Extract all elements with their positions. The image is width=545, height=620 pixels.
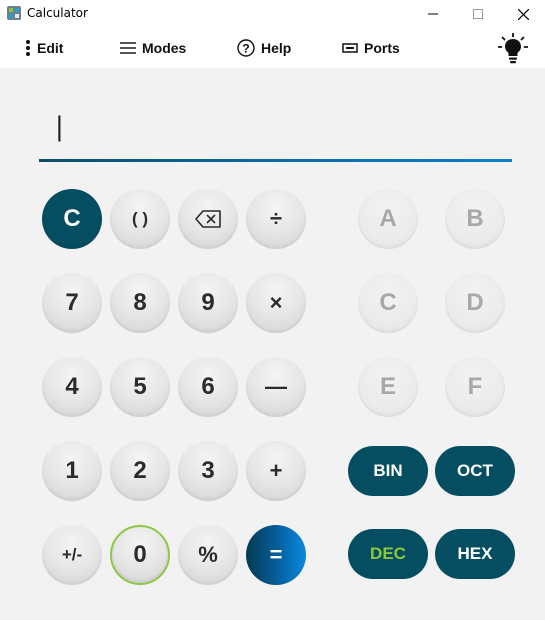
port-icon: [342, 43, 358, 53]
hex-e-button[interactable]: E: [358, 357, 418, 417]
close-icon: [517, 8, 529, 20]
question-circle-icon: ?: [237, 39, 255, 57]
multiply-button[interactable]: ×: [246, 273, 306, 333]
digit-1-button[interactable]: 1: [42, 441, 102, 501]
menu-help[interactable]: ? Help: [237, 28, 291, 68]
backspace-button[interactable]: [178, 189, 238, 249]
menu-ports[interactable]: Ports: [342, 28, 400, 68]
digit-9-button[interactable]: 9: [178, 273, 238, 333]
hex-a-button[interactable]: A: [358, 189, 418, 249]
backspace-icon: [195, 210, 221, 228]
add-button[interactable]: +: [246, 441, 306, 501]
display-underline: [39, 159, 512, 162]
menu-edit-label: Edit: [37, 40, 64, 56]
digit-0-button[interactable]: 0: [110, 525, 170, 585]
app-icon: [7, 6, 21, 20]
svg-text:?: ?: [242, 42, 249, 56]
window-title: Calculator: [27, 6, 88, 20]
menu-ports-label: Ports: [364, 40, 400, 56]
maximize-icon: [473, 9, 483, 19]
digit-2-button[interactable]: 2: [110, 441, 170, 501]
digit-3-button[interactable]: 3: [178, 441, 238, 501]
hex-d-button[interactable]: D: [445, 273, 505, 333]
base-oct-button[interactable]: OCT: [435, 446, 515, 496]
display-value: |: [55, 112, 64, 142]
percent-button[interactable]: %: [178, 525, 238, 585]
base-hex-button[interactable]: HEX: [435, 529, 515, 579]
minimize-button[interactable]: [410, 0, 456, 28]
hex-b-button[interactable]: B: [445, 189, 505, 249]
hex-c-button[interactable]: C: [358, 273, 418, 333]
digit-8-button[interactable]: 8: [110, 273, 170, 333]
digit-7-button[interactable]: 7: [42, 273, 102, 333]
minimize-icon: [428, 13, 438, 15]
maximize-button[interactable]: [455, 0, 501, 28]
equals-button[interactable]: =: [246, 525, 306, 585]
menu-edit[interactable]: Edit: [25, 28, 63, 68]
divide-button[interactable]: ÷: [246, 189, 306, 249]
menu-modes-label: Modes: [142, 40, 187, 56]
negate-button[interactable]: +/-: [42, 525, 102, 585]
base-dec-button[interactable]: DEC: [348, 529, 428, 579]
title-bar: Calculator: [0, 0, 545, 28]
parentheses-button[interactable]: ( ): [110, 189, 170, 249]
subtract-button[interactable]: —: [246, 357, 306, 417]
menu-help-label: Help: [261, 40, 292, 56]
base-bin-button[interactable]: BIN: [348, 446, 428, 496]
menu-modes[interactable]: Modes: [120, 28, 186, 68]
hamburger-icon: [120, 42, 136, 54]
hex-f-button[interactable]: F: [445, 357, 505, 417]
digit-6-button[interactable]: 6: [178, 357, 238, 417]
digit-5-button[interactable]: 5: [110, 357, 170, 417]
clear-button[interactable]: C: [42, 189, 102, 249]
lightbulb-icon[interactable]: [498, 33, 528, 65]
close-button[interactable]: [500, 0, 545, 28]
digit-4-button[interactable]: 4: [42, 357, 102, 417]
display[interactable]: |: [39, 98, 512, 162]
menu-bar: Edit Modes ? Help Ports: [0, 28, 545, 68]
vertical-dots-icon: [25, 40, 31, 56]
